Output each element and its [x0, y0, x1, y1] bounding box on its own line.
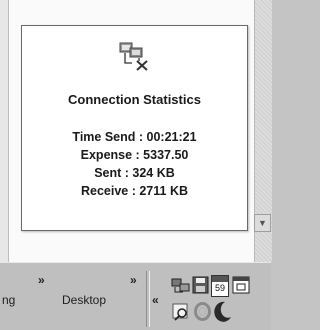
stat-receive: Receive : 2711 KB [80, 184, 188, 198]
taskbar: ng » Desktop » « 59 [0, 262, 271, 330]
save-disk-icon[interactable] [192, 276, 209, 294]
popup-title: Connection Statistics [68, 92, 201, 107]
calendar-icon[interactable]: 59 [211, 275, 229, 297]
tray-expand-chevron[interactable]: « [152, 293, 159, 307]
scroll-down-button[interactable]: ▼ [254, 214, 271, 232]
connection-statistics-popup: Connection Statistics Time Send : 00:21:… [21, 25, 248, 231]
taskbar-item-truncated[interactable]: ng [2, 293, 15, 307]
desktop-toolbar-button[interactable]: Desktop [62, 293, 106, 307]
window-icon[interactable] [232, 276, 250, 294]
stat-time-send: Time Send : 00:21:21 [72, 130, 197, 144]
network-icon[interactable] [171, 277, 191, 294]
desktop-overflow-chevron[interactable]: » [130, 273, 137, 287]
stat-expense: Expense : 5337.50 [80, 148, 189, 162]
ring-icon[interactable] [193, 302, 212, 321]
calendar-date-badge: 59 [214, 283, 225, 293]
network-disconnected-icon [119, 42, 148, 71]
tray-separator [146, 271, 150, 327]
stat-sent: Sent : 324 KB [94, 166, 175, 180]
magnifier-icon[interactable] [172, 303, 190, 321]
toolbar-overflow-chevron[interactable]: » [38, 273, 45, 287]
moon-icon[interactable] [213, 301, 232, 322]
